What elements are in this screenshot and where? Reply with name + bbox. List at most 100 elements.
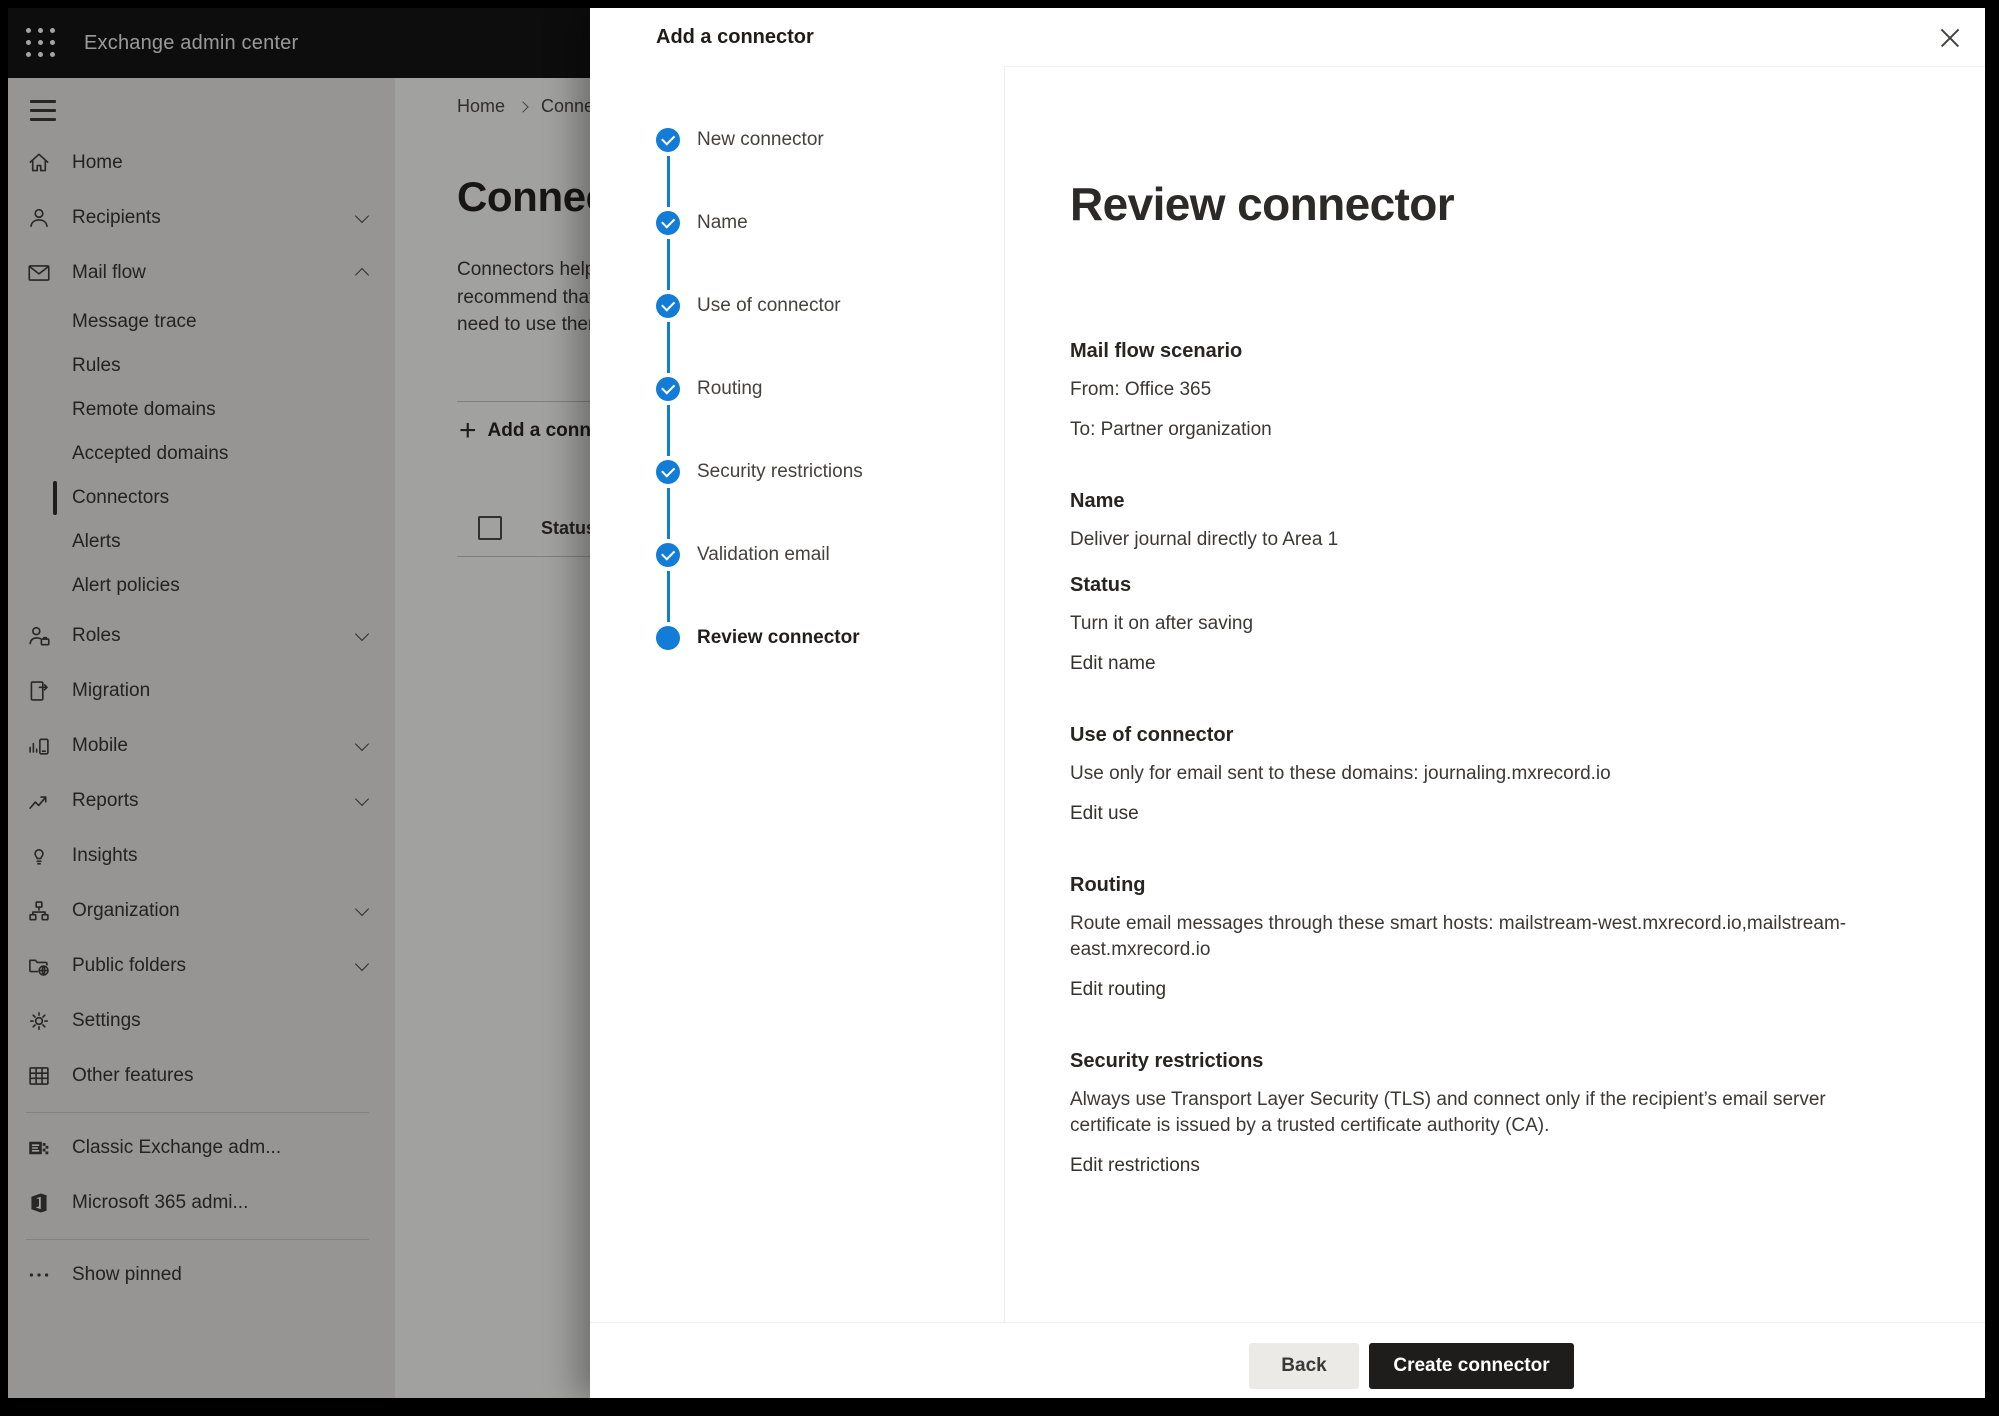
sidebar-item-label: Mail flow xyxy=(72,262,146,284)
sidebar-item-mobile[interactable]: Mobile xyxy=(8,718,395,773)
sidebar-item-classic-exchange-admin[interactable]: Classic Exchange adm... xyxy=(8,1120,395,1175)
sidebar-item-label: Microsoft 365 admi... xyxy=(72,1192,248,1214)
sidebar-item-mail-flow[interactable]: Mail flow xyxy=(8,245,395,300)
review-name-heading: Name xyxy=(1070,489,1875,513)
create-connector-button[interactable]: Create connector xyxy=(1369,1343,1574,1389)
wizard-step-review-connector[interactable]: Review connector xyxy=(656,626,1004,650)
wizard-step-new-connector[interactable]: New connector xyxy=(656,128,1004,152)
hamburger-icon[interactable] xyxy=(30,100,56,121)
check-icon xyxy=(661,215,675,229)
sidebar-item-label: Alerts xyxy=(72,531,121,553)
page-description-line: Connectors help xyxy=(457,256,595,284)
review-routing-value: Route email messages through these smart… xyxy=(1070,911,1875,963)
sidebar-item-label: Settings xyxy=(72,1010,141,1032)
chevron-icon xyxy=(355,626,369,640)
review-blocks: Mail flow scenario From: Office 365 To: … xyxy=(1070,339,1955,1179)
review-edit-name-link: Edit name xyxy=(1070,651,1156,677)
review-use-of-connector-value: Use only for email sent to these domains… xyxy=(1070,761,1875,787)
sidebar-item-accepted-domains[interactable]: Accepted domains xyxy=(8,432,395,476)
step-label: Name xyxy=(697,212,748,234)
footer-buttons: Back Create connector xyxy=(1249,1343,1574,1389)
step-status-icon xyxy=(656,377,680,401)
wizard-step-routing[interactable]: Routing xyxy=(656,377,1004,401)
step-status-icon xyxy=(656,128,680,152)
sidebar-item-label: Home xyxy=(72,152,123,174)
step-label: Validation email xyxy=(697,544,830,566)
chevron-icon xyxy=(355,208,369,222)
sidebar-item-icon xyxy=(26,1063,52,1089)
sidebar-item-home[interactable]: Home xyxy=(8,135,395,190)
sidebar-item-icon xyxy=(26,898,52,924)
check-icon xyxy=(661,464,675,478)
check-icon xyxy=(661,547,675,561)
review-name-value: Deliver journal directly to Area 1 xyxy=(1070,527,1875,553)
sidebar-item-label: Alert policies xyxy=(72,575,180,597)
wizard-step-name[interactable]: Name xyxy=(656,211,1004,235)
breadcrumb-home-link[interactable]: Home xyxy=(457,96,505,117)
chevron-icon xyxy=(355,267,369,281)
sidebar-item-remote-domains[interactable]: Remote domains xyxy=(8,388,395,432)
modal-title: Add a connector xyxy=(656,8,814,66)
sidebar-item-icon xyxy=(26,260,52,286)
close-icon[interactable] xyxy=(1939,26,1961,48)
sidebar-item-label: Roles xyxy=(72,625,121,647)
step-label: New connector xyxy=(697,129,824,151)
sidebar-item-reports[interactable]: Reports xyxy=(8,773,395,828)
sidebar-item-organization[interactable]: Organization xyxy=(8,883,395,938)
sidebar-item-show-pinned[interactable]: Show pinned xyxy=(8,1247,395,1302)
review-mail-flow-from: From: Office 365 xyxy=(1070,377,1875,403)
sidebar-item-microsoft-365-admin[interactable]: Microsoft 365 admi... xyxy=(8,1175,395,1230)
check-icon xyxy=(661,381,675,395)
step-label: Security restrictions xyxy=(697,461,863,483)
sidebar-item-label: Mobile xyxy=(72,735,128,757)
sidebar-item-message-trace[interactable]: Message trace xyxy=(8,300,395,344)
sidebar-item-alerts[interactable]: Alerts xyxy=(8,520,395,564)
step-status-icon xyxy=(656,626,680,650)
sidebar-item-alert-policies[interactable]: Alert policies xyxy=(8,564,395,608)
sidebar-item-roles[interactable]: Roles xyxy=(8,608,395,663)
sidebar-item-public-folders[interactable]: Public folders xyxy=(8,938,395,993)
breadcrumb-chevron-icon xyxy=(517,101,528,112)
status-column-header[interactable]: Status xyxy=(541,518,596,539)
wizard-step-security-restrictions[interactable]: Security restrictions xyxy=(656,460,1004,484)
sidebar-item-insights[interactable]: Insights xyxy=(8,828,395,883)
app-title: Exchange admin center xyxy=(84,8,298,78)
sidebar-item-migration[interactable]: Migration xyxy=(8,663,395,718)
app-launcher-icon[interactable] xyxy=(26,28,55,57)
select-all-checkbox[interactable] xyxy=(478,516,502,540)
sidebar-item-rules[interactable]: Rules xyxy=(8,344,395,388)
chevron-icon xyxy=(355,791,369,805)
review-security-restrictions-value: Always use Transport Layer Security (TLS… xyxy=(1070,1087,1875,1139)
wizard-step-validation-email[interactable]: Validation email xyxy=(656,543,1004,567)
sidebar-item-connectors[interactable]: Connectors xyxy=(8,476,395,520)
sidebar-item-settings[interactable]: Settings xyxy=(8,993,395,1048)
review-edit-use-link: Edit use xyxy=(1070,801,1139,827)
review-mail-flow-to: To: Partner organization xyxy=(1070,417,1875,443)
sidebar-item-icon xyxy=(26,1008,52,1034)
sidebar-nav: Home Recipients Mail flow xyxy=(8,135,395,1302)
sidebar-item-label: Other features xyxy=(72,1065,193,1087)
sidebar-item-label: Recipients xyxy=(72,207,161,229)
step-label: Use of connector xyxy=(697,295,841,317)
sidebar-item xyxy=(8,1103,395,1120)
sidebar-item-label: Classic Exchange adm... xyxy=(72,1137,281,1159)
plus-icon: + xyxy=(459,416,477,446)
wizard-step-use-of-connector[interactable]: Use of connector xyxy=(656,294,1004,318)
chevron-icon xyxy=(355,736,369,750)
sidebar-item-other-features[interactable]: Other features xyxy=(8,1048,395,1103)
review-routing-heading: Routing xyxy=(1070,873,1875,897)
sidebar-item-icon xyxy=(26,1135,52,1161)
sidebar-item-label: Migration xyxy=(72,680,150,702)
sidebar-item-icon xyxy=(26,623,52,649)
sidebar-item-icon xyxy=(26,733,52,759)
sidebar-item-recipients[interactable]: Recipients xyxy=(8,190,395,245)
sidebar-item-label: Message trace xyxy=(72,311,197,333)
review-edit-restrictions-link: Edit restrictions xyxy=(1070,1153,1200,1179)
page-description-line: need to use ther xyxy=(457,311,595,339)
modal-footer: Back Create connector xyxy=(590,1322,1985,1398)
check-icon xyxy=(661,132,675,146)
sidebar-item-icon xyxy=(26,150,52,176)
exchange-admin-center-app: Exchange admin center Home Recipients xyxy=(8,8,1985,1398)
add-connector-button[interactable]: + Add a conn xyxy=(459,416,591,446)
back-button[interactable]: Back xyxy=(1249,1343,1359,1389)
